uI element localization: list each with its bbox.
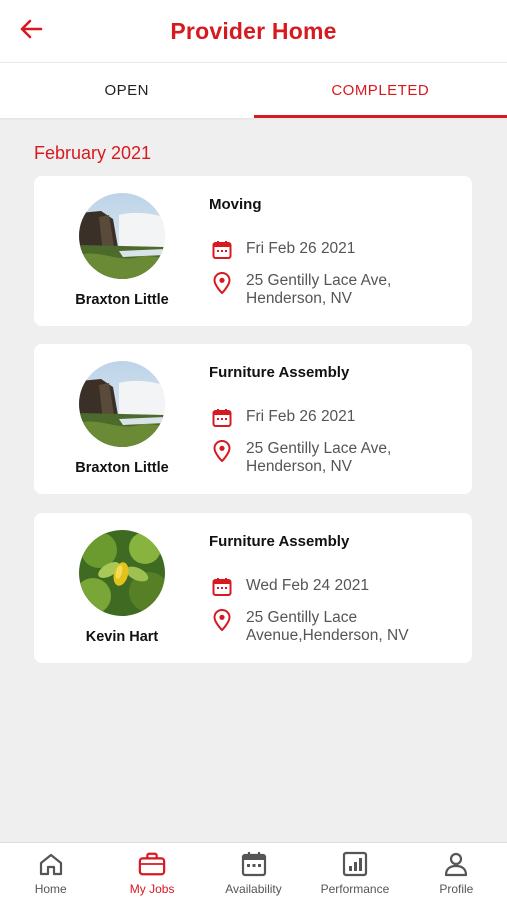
app-root: Provider Home OPEN COMPLETED February 20… [0, 0, 507, 900]
tab-open[interactable]: OPEN [0, 63, 254, 118]
job-date-row: Fri Feb 26 2021 [209, 240, 436, 262]
bottom-nav: Home My Jobs Availability Performance Pr… [0, 842, 507, 900]
location-pin-icon [209, 609, 235, 631]
location-pin-icon [209, 272, 235, 294]
job-address: 25 Gentilly Lace Ave, Henderson, NV [246, 272, 392, 307]
month-section-title: February 2021 [34, 143, 152, 163]
provider-name: Kevin Hart [85, 629, 159, 645]
job-card[interactable]: Kevin Hart Furniture Assembly Wed Feb 24… [34, 513, 472, 663]
nav-performance[interactable]: Performance [304, 843, 405, 900]
nav-label: My Jobs [129, 882, 175, 896]
nav-home[interactable]: Home [0, 843, 101, 900]
service-title: Moving [209, 196, 262, 213]
job-status-tabs: OPEN COMPLETED [0, 62, 507, 118]
calendar-icon [209, 577, 235, 599]
calendar-icon [240, 851, 268, 877]
app-header: Provider Home [0, 0, 507, 62]
user-icon [442, 851, 470, 877]
job-address: 25 Gentilly Lace Avenue,Henderson, NV [246, 609, 409, 644]
nav-label: Availability [225, 882, 282, 896]
job-card[interactable]: Braxton Little Furniture Assembly Fri Fe… [34, 344, 472, 494]
nav-label: Home [34, 882, 67, 896]
nav-label: Profile [439, 882, 474, 896]
bar-chart-icon [341, 851, 369, 877]
service-title: Furniture Assembly [209, 533, 350, 550]
nav-label: Performance [320, 882, 390, 896]
nav-my-jobs[interactable]: My Jobs [101, 843, 202, 900]
provider-name: Braxton Little [75, 460, 169, 476]
job-date: Fri Feb 26 2021 [246, 240, 356, 257]
service-title: Furniture Assembly [209, 364, 350, 381]
home-icon [37, 851, 65, 877]
avatar [79, 361, 165, 447]
calendar-icon [209, 240, 235, 262]
calendar-icon [209, 408, 235, 430]
provider-name: Braxton Little [75, 292, 169, 308]
avatar [79, 530, 165, 616]
job-date-row: Fri Feb 26 2021 [209, 408, 436, 430]
avatar [79, 193, 165, 279]
nav-profile[interactable]: Profile [406, 843, 507, 900]
location-pin-icon [209, 440, 235, 462]
arrow-left-icon [19, 19, 43, 44]
job-address-row: 25 Gentilly Lace Ave, Henderson, NV [209, 440, 436, 476]
back-button[interactable] [14, 14, 48, 48]
briefcase-icon [138, 851, 166, 877]
page-title: Provider Home [170, 17, 337, 44]
job-date: Wed Feb 24 2021 [246, 577, 369, 594]
nav-availability[interactable]: Availability [203, 843, 304, 900]
job-date: Fri Feb 26 2021 [246, 408, 356, 425]
tab-completed[interactable]: COMPLETED [253, 63, 507, 118]
job-date-row: Wed Feb 24 2021 [209, 577, 436, 599]
job-card[interactable]: Braxton Little Moving Fri Feb 26 2021 25… [34, 176, 472, 326]
job-address-row: 25 Gentilly Lace Avenue,Henderson, NV [209, 609, 436, 645]
job-address-row: 25 Gentilly Lace Ave, Henderson, NV [209, 272, 436, 308]
job-address: 25 Gentilly Lace Ave, Henderson, NV [246, 440, 392, 475]
